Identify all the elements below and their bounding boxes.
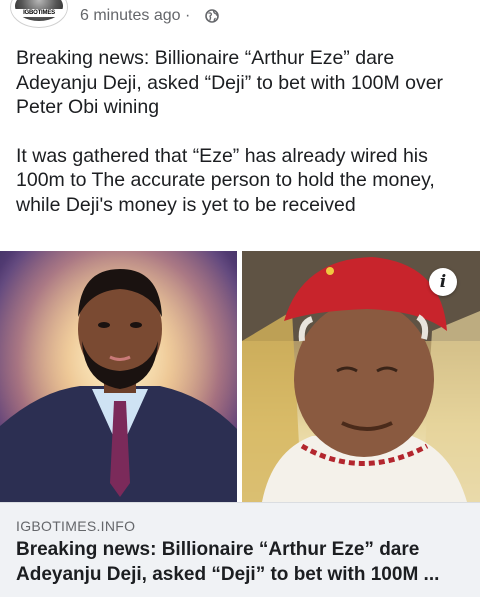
link-domain: IGBOTIMES.INFO — [16, 518, 136, 534]
post-header: IGBOTIMES 6 minutes ago · — [0, 0, 480, 34]
post-timestamp[interactable]: 6 minutes ago · — [80, 7, 190, 25]
post-images[interactable] — [0, 251, 480, 502]
photo-man-suit[interactable] — [0, 251, 237, 502]
source-avatar[interactable]: IGBOTIMES — [10, 0, 68, 28]
post-text: Breaking news: Billionaire “Arthur Eze” … — [16, 46, 472, 241]
post-timestamp-text: 6 minutes ago — [80, 7, 181, 24]
link-preview[interactable]: IGBOTIMES.INFO Breaking news: Billionair… — [0, 502, 480, 597]
photo-man-suit-illustration — [0, 251, 237, 502]
globe-icon — [205, 9, 219, 23]
info-icon[interactable]: i — [429, 268, 457, 296]
post-paragraph-headline: Breaking news: Billionaire “Arthur Eze” … — [16, 47, 444, 118]
avatar-logo-text: IGBOTIMES — [11, 9, 67, 17]
post-timestamp-separator: · — [184, 7, 191, 24]
link-title[interactable]: Breaking news: Billionaire “Arthur Eze” … — [16, 538, 472, 587]
post-paragraph-detail: It was gathered that “Eze” has already w… — [16, 144, 435, 216]
